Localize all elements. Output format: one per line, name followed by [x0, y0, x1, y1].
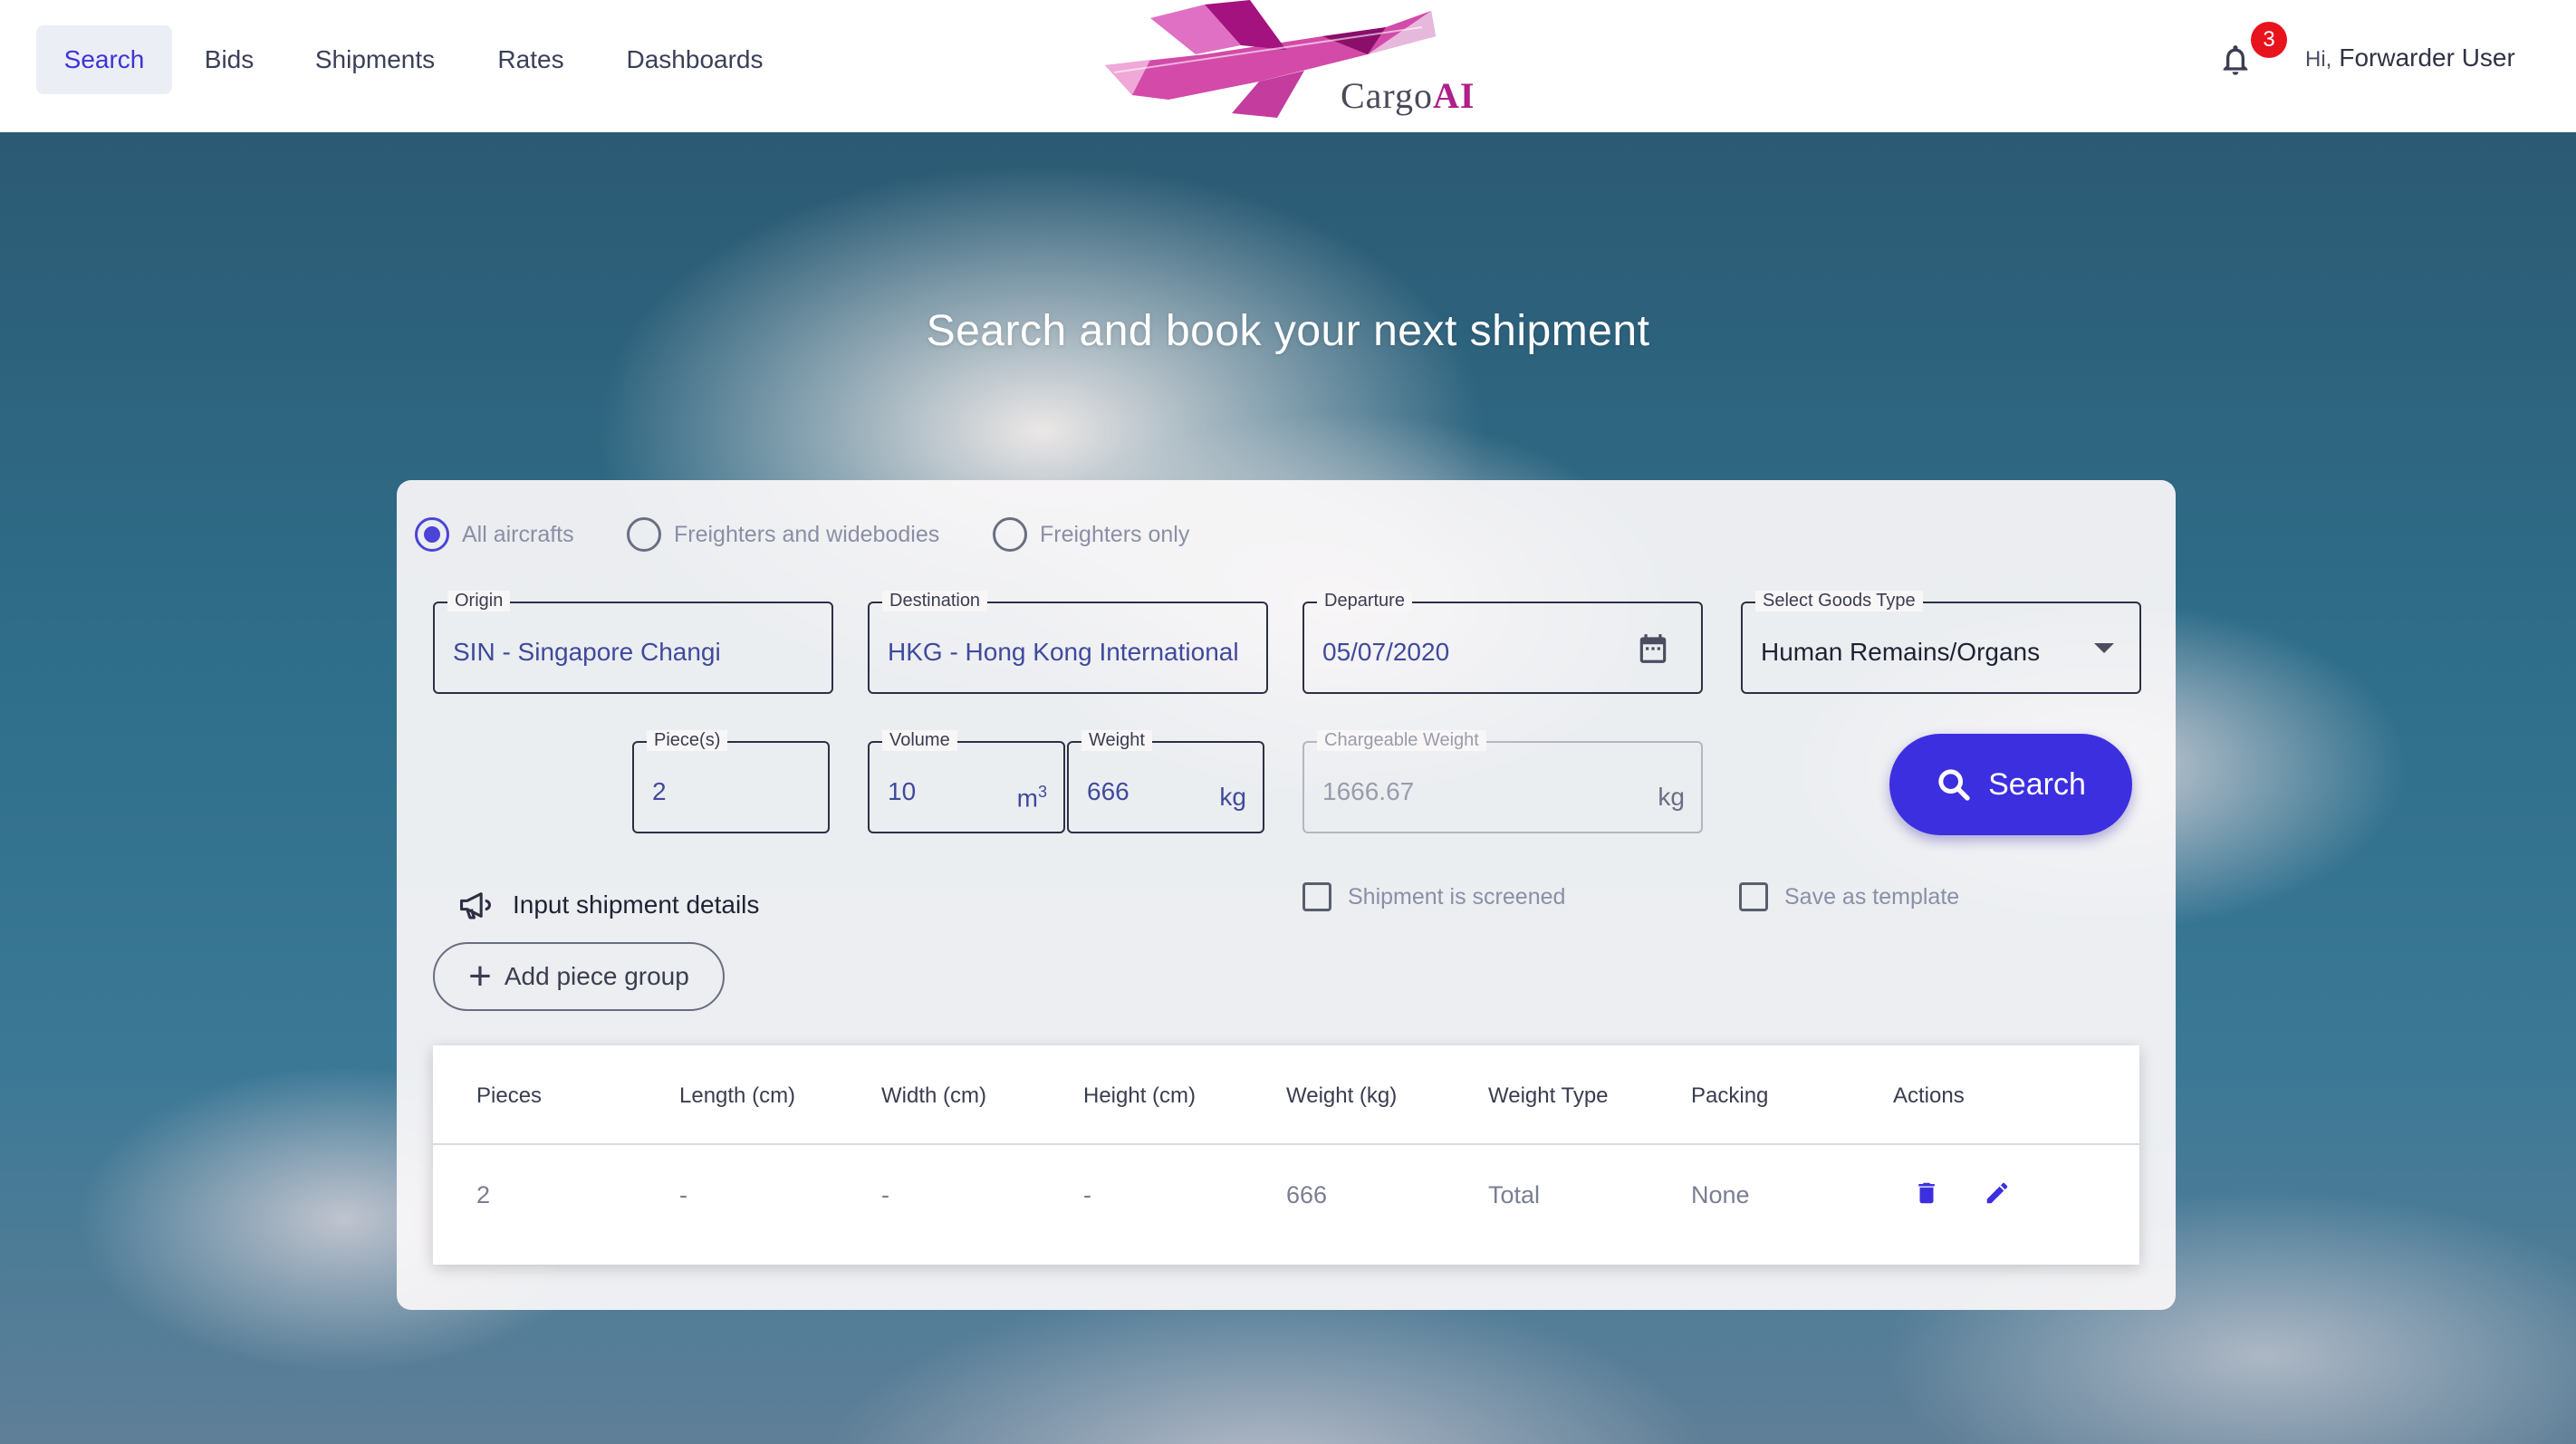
calendar-icon[interactable]	[1636, 631, 1670, 667]
cell-height: -	[1083, 1181, 1091, 1208]
radio-label: All aircrafts	[462, 521, 574, 547]
checkbox-label: Shipment is screened	[1348, 883, 1566, 910]
radio-label: Freighters and widebodies	[674, 521, 940, 547]
checkbox-box	[1739, 882, 1768, 911]
megaphone-icon	[459, 892, 491, 919]
shipment-screened-checkbox[interactable]: Shipment is screened	[1302, 882, 1565, 911]
chargeable-weight-label: Chargeable Weight	[1317, 730, 1486, 751]
destination-value: HKG - Hong Kong International	[888, 638, 1239, 666]
hero-title: Search and book your next shipment	[926, 307, 1650, 355]
search-icon	[1938, 769, 1970, 801]
cell-weight-type: Total	[1488, 1181, 1541, 1208]
departure-field[interactable]: Departure 05/07/2020	[1302, 591, 1703, 694]
chargeable-weight-field: Chargeable Weight 1666.67 kg	[1302, 730, 1703, 833]
save-template-checkbox[interactable]: Save as template	[1739, 882, 1959, 911]
plus-icon: +	[468, 954, 492, 998]
destination-label: Destination	[882, 591, 988, 611]
nav-dashboards[interactable]: Dashboards	[612, 25, 777, 94]
nav-rates[interactable]: Rates	[485, 25, 576, 94]
input-shipment-details[interactable]: Input shipment details	[458, 890, 759, 920]
chargeable-weight-unit: kg	[1658, 783, 1685, 811]
weight-unit: kg	[1219, 783, 1246, 811]
weight-value: 666	[1087, 777, 1129, 805]
dropdown-caret-icon	[2094, 643, 2114, 653]
nav-bids[interactable]: Bids	[194, 25, 264, 94]
table-header: Pieces Length (cm) Width (cm) Height (cm…	[433, 1045, 2139, 1145]
greeting-prefix: Hi,	[2305, 47, 2332, 72]
departure-value: 05/07/2020	[1322, 638, 1450, 666]
weight-field[interactable]: Weight 666 kg	[1067, 730, 1264, 833]
volume-value: 10	[888, 777, 917, 805]
radio-checked-icon	[415, 517, 449, 552]
radio-freighters-only[interactable]: Freighters only	[993, 516, 1189, 553]
trash-icon[interactable]	[1913, 1178, 1940, 1208]
nav-search[interactable]: Search	[36, 25, 172, 94]
add-piece-group-label: Add piece group	[504, 962, 689, 990]
radio-unchecked-icon	[993, 517, 1027, 552]
cargoai-logo-text: CargoAI	[1341, 75, 1475, 116]
cell-length: -	[679, 1181, 687, 1208]
cell-pieces: 2	[476, 1181, 491, 1208]
search-button[interactable]: Search	[1889, 734, 2132, 835]
chargeable-weight-value: 1666.67	[1322, 777, 1415, 805]
user-greeting[interactable]: Hi, Forwarder User	[2305, 43, 2515, 72]
goods-type-value: Human Remains/Organs	[1761, 638, 2041, 666]
search-button-label: Search	[1988, 766, 2086, 802]
top-header: Search Bids Shipments Rates Dashboards C…	[0, 0, 2576, 132]
pencil-icon[interactable]	[1984, 1178, 2011, 1208]
bell-icon[interactable]	[2217, 42, 2254, 78]
checkbox-box	[1302, 882, 1331, 911]
cell-width: -	[881, 1181, 889, 1208]
radio-unchecked-icon	[627, 517, 661, 552]
radio-freighters-widebodies[interactable]: Freighters and widebodies	[627, 516, 939, 553]
origin-field[interactable]: Origin SIN - Singapore Changi	[433, 591, 833, 694]
pieces-label: Piece(s)	[647, 730, 728, 751]
checkbox-label: Save as template	[1784, 883, 1960, 910]
col-pieces: Pieces	[476, 1083, 543, 1108]
pieces-field[interactable]: Piece(s) 2	[632, 730, 830, 833]
destination-field[interactable]: Destination HKG - Hong Kong Internationa…	[868, 591, 1268, 694]
col-weight: Weight (kg)	[1286, 1083, 1398, 1108]
goods-type-label: Select Goods Type	[1755, 591, 1923, 611]
origin-label: Origin	[447, 591, 511, 611]
col-width: Width (cm)	[881, 1083, 986, 1108]
departure-label: Departure	[1317, 591, 1412, 611]
volume-unit: m3	[1016, 783, 1047, 813]
weight-label: Weight	[1081, 730, 1152, 751]
radio-label: Freighters only	[1040, 521, 1190, 547]
col-packing: Packing	[1691, 1083, 1769, 1108]
pieces-value: 2	[652, 777, 667, 805]
col-actions: Actions	[1893, 1083, 1965, 1108]
volume-field[interactable]: Volume 10 m3	[868, 730, 1065, 833]
add-piece-group-button[interactable]: + Add piece group	[433, 942, 725, 1011]
volume-label: Volume	[882, 730, 957, 751]
col-height: Height (cm)	[1083, 1083, 1197, 1108]
origin-value: SIN - Singapore Changi	[453, 638, 721, 666]
notification-badge[interactable]: 3	[2251, 22, 2287, 58]
col-length: Length (cm)	[679, 1083, 796, 1108]
col-weight-type: Weight Type	[1488, 1083, 1609, 1108]
user-name: Forwarder User	[2339, 43, 2515, 72]
radio-all-aircrafts[interactable]: All aircrafts	[415, 516, 574, 553]
goods-type-select[interactable]: Select Goods Type Human Remains/Organs	[1741, 591, 2141, 694]
cell-weight: 666	[1286, 1181, 1328, 1208]
search-card: All aircrafts Freighters and widebodies …	[397, 480, 2176, 1310]
piece-groups-table: Pieces Length (cm) Width (cm) Height (cm…	[433, 1045, 2139, 1265]
input-shipment-details-label: Input shipment details	[513, 890, 760, 919]
cell-packing: None	[1691, 1181, 1750, 1208]
nav-shipments[interactable]: Shipments	[299, 25, 451, 94]
